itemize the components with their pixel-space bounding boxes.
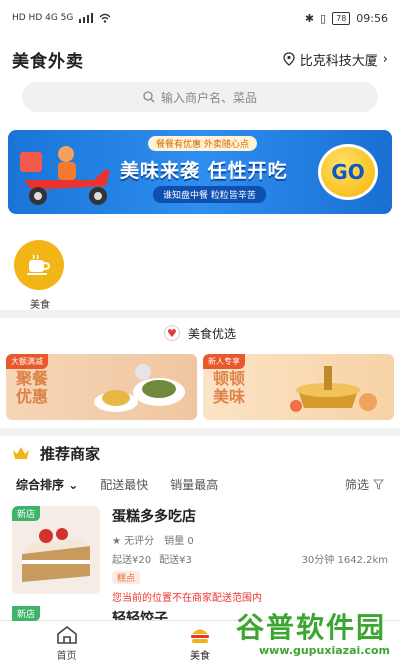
sort-default-label: 综合排序 <box>16 477 65 492</box>
sort-fastest[interactable]: 配送最快 <box>100 476 148 493</box>
new-shop-badge: 新店 <box>12 506 41 521</box>
page: HD HD 4G 5G ✱ ▯ 78 09:56 美食外卖 比克科技大厦 › 输… <box>0 0 400 666</box>
clock: 09:56 <box>356 11 388 25</box>
bottom-tab-bar: 首页 美食 <box>0 620 400 666</box>
location-pin-icon <box>283 52 295 66</box>
crown-icon <box>13 447 29 459</box>
shop-card[interactable]: 新店 轻轻饺子 <box>12 602 168 627</box>
shop-card[interactable]: 新店 蛋糕多多吃店 ★ 无评分 销量 0 起送¥20 配送¥3 30分钟 164… <box>0 498 400 604</box>
signal-bars-icon <box>79 13 94 23</box>
recommended-title: 推荐商家 <box>40 444 101 463</box>
promo-card-newcomer[interactable]: 新人专享 顿顿美味 <box>203 354 394 420</box>
promo-badge: 新人专享 <box>203 354 245 369</box>
banner-tag: 餐餐有优惠 外卖随心点 <box>148 136 257 151</box>
signal-icons: HD HD 4G 5G <box>12 13 111 23</box>
sort-best-selling[interactable]: 销量最高 <box>170 476 218 493</box>
search-area: 输入商户名、菜品 <box>0 82 400 124</box>
shop-name: 蛋糕多多吃店 <box>112 509 196 525</box>
shop-rating-row: ★ 无评分 销量 0 <box>112 532 388 547</box>
go-button[interactable]: GO <box>318 144 378 200</box>
category-item-food[interactable]: 美食 <box>14 240 66 311</box>
location-name: 比克科技大厦 <box>299 53 378 69</box>
battery-indicator: 78 <box>332 11 351 25</box>
banner-subtitle: 谁知盘中餐 粒粒皆辛苦 <box>153 186 266 203</box>
promo-text: 聚餐优惠 <box>16 369 49 406</box>
sort-default[interactable]: 综合排序 ⌄ <box>16 476 78 493</box>
chevron-right-icon: › <box>382 51 388 67</box>
tab-placeholder <box>267 621 400 666</box>
promo-text: 顿顿美味 <box>213 369 246 406</box>
coffee-cup-icon <box>14 240 64 290</box>
page-title: 美食外卖 <box>12 51 84 72</box>
shop-delivery-fee: 配送¥3 <box>159 555 192 566</box>
location-selector[interactable]: 比克科技大厦 › <box>283 50 388 69</box>
heart-icon: ♥ <box>163 325 180 341</box>
app-header: 美食外卖 比克科技大厦 › <box>0 36 400 82</box>
search-input[interactable]: 输入商户名、菜品 <box>22 82 378 112</box>
selection-title: 美食优选 <box>187 326 236 341</box>
shop-category-chip: 糕点 <box>112 571 141 584</box>
bluetooth-icon: ✱ <box>304 11 315 25</box>
vibrate-icon: ▯ <box>320 11 327 25</box>
shop-thumbnail: 新店 <box>12 506 100 594</box>
star-icon: ★ 无评分 <box>112 536 155 547</box>
search-icon <box>143 91 155 103</box>
burger-icon <box>190 629 209 643</box>
recommended-header: 推荐商家 <box>0 436 400 470</box>
category-label: 美食 <box>30 300 50 311</box>
funnel-icon <box>373 479 384 490</box>
filter-label: 筛选 <box>344 477 369 492</box>
tab-food[interactable]: 美食 <box>133 621 266 666</box>
tab-home[interactable]: 首页 <box>0 621 133 666</box>
search-placeholder: 输入商户名、菜品 <box>160 90 257 105</box>
status-right: ✱ ▯ 78 09:56 <box>304 11 388 25</box>
promo-card-group-discount[interactable]: 大额满减 聚餐优惠 <box>6 354 197 420</box>
hotpot-illustration <box>290 366 377 412</box>
wifi-icon <box>99 13 111 23</box>
signal-text: HD HD 4G 5G <box>12 13 74 23</box>
banner-area: 餐餐有优惠 外卖随心点 美味来袭 任性开吃 谁知盘中餐 粒粒皆辛苦 GO <box>0 124 400 220</box>
shop-delivery-row: 起送¥20 配送¥3 30分钟 1642.2km <box>112 551 388 566</box>
promo-cards: 大额满减 聚餐优惠 新人专享 顿顿美味 <box>0 348 400 428</box>
delivery-scooter-illustration <box>20 146 110 205</box>
shop-time-distance: 30分钟 1642.2km <box>301 555 388 566</box>
tab-home-label: 首页 <box>56 651 77 662</box>
shop-min-order: 起送¥20 <box>112 555 152 566</box>
shop-sales: 销量 0 <box>164 536 194 547</box>
filter-button[interactable]: 筛选 <box>345 476 384 493</box>
banner-slogan: 美味来袭 任性开吃 <box>120 160 288 182</box>
promo-banner[interactable]: 餐餐有优惠 外卖随心点 美味来袭 任性开吃 谁知盘中餐 粒粒皆辛苦 GO <box>8 130 392 214</box>
shop-info: 蛋糕多多吃店 ★ 无评分 销量 0 起送¥20 配送¥3 30分钟 1642.2… <box>112 506 388 604</box>
tab-food-label: 美食 <box>189 651 210 662</box>
home-icon <box>56 625 77 644</box>
category-row: 美食 <box>0 220 400 311</box>
new-shop-badge: 新店 <box>12 606 41 621</box>
promo-badge: 大额满减 <box>6 354 48 369</box>
food-plates-illustration <box>94 364 185 412</box>
status-bar: HD HD 4G 5G ✱ ▯ 78 09:56 <box>0 0 400 36</box>
sort-bar: 综合排序 ⌄ 配送最快 销量最高 筛选 <box>0 470 400 498</box>
out-of-range-warning: 您当前的位置不在商家配送范围内 <box>112 593 262 604</box>
shop-rating: 无评分 <box>124 536 155 547</box>
selection-header: ♥ 美食优选 <box>0 318 400 348</box>
